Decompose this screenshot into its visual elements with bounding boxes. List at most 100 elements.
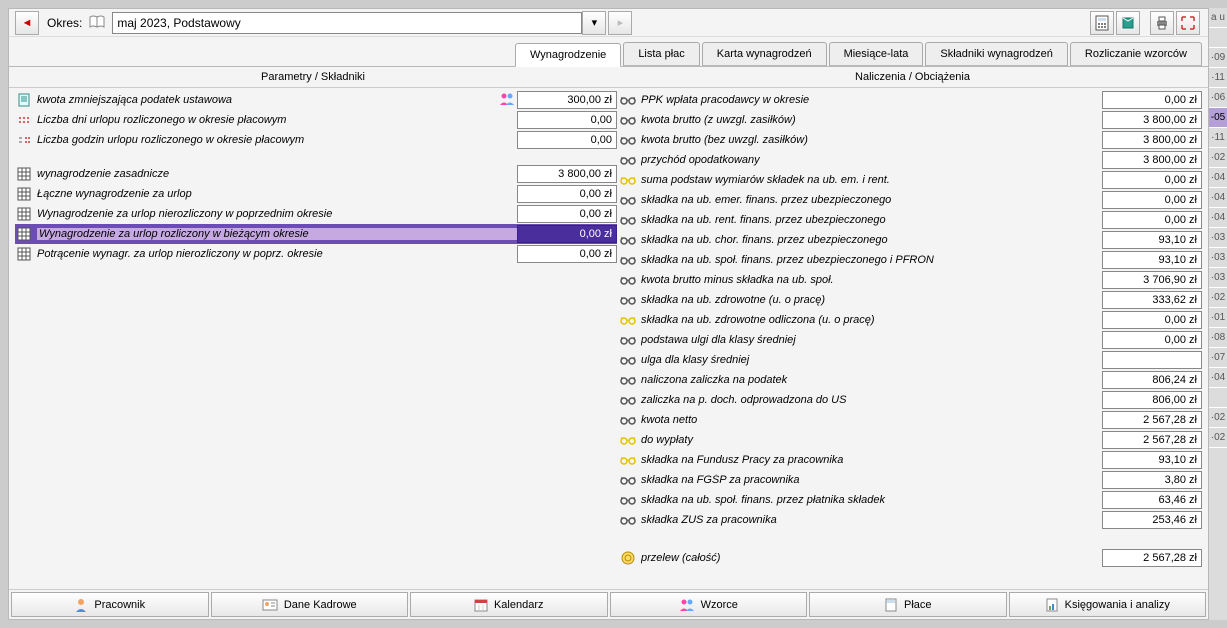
side-num: ·03: [1209, 228, 1227, 248]
calc-row[interactable]: składka ZUS za pracownika253,46 zł: [619, 510, 1202, 530]
calc-row[interactable]: PPK wpłata pracodawcy w okresie0,00 zł: [619, 90, 1202, 110]
row-icon: [15, 246, 33, 262]
period-input[interactable]: [112, 12, 582, 34]
row-label: przelew (całość): [641, 552, 1102, 564]
param-row[interactable]: Potrącenie wynagr. za urlop nierozliczon…: [15, 244, 617, 264]
calc-row[interactable]: składka na ub. rent. finans. przez ubezp…: [619, 210, 1202, 230]
calc-row[interactable]: składka na ub. zdrowotne (u. o pracę)333…: [619, 290, 1202, 310]
column-headers: Parametry / Składniki Naliczenia / Obcią…: [9, 67, 1208, 88]
tab-0[interactable]: Wynagrodzenie: [515, 43, 621, 67]
side-num: [1209, 28, 1227, 48]
calc-row[interactable]: kwota brutto (bez uwzgl. zasiłków)3 800,…: [619, 130, 1202, 150]
param-row[interactable]: Wynagrodzenie za urlop nierozliczony w p…: [15, 204, 617, 224]
calc-row[interactable]: składka na ub. społ. finans. przez ubezp…: [619, 250, 1202, 270]
side-num: [1209, 388, 1227, 408]
row-value: 0,00 zł: [1102, 191, 1202, 209]
row-label: kwota zmniejszająca podatek ustawowa: [37, 94, 499, 106]
calc-row[interactable]: podstawa ulgi dla klasy średniej0,00 zł: [619, 330, 1202, 350]
param-row[interactable]: wynagrodzenie zasadnicze3 800,00 zł: [15, 164, 617, 184]
row-value: 3,80 zł: [1102, 471, 1202, 489]
calendar-icon: [474, 598, 488, 612]
param-row[interactable]: Liczba dni urlopu rozliczonego w okresie…: [15, 110, 617, 130]
calc-row[interactable]: suma podstaw wymiarów składek na ub. em.…: [619, 170, 1202, 190]
param-row[interactable]: Wynagrodzenie za urlop rozliczony w bież…: [15, 224, 617, 244]
main-frame: ◄ Okres: ▾ ▸ WynagrodzenieLista płac: [8, 8, 1209, 620]
glasses-icon: [619, 472, 637, 488]
calc-row[interactable]: składka na ub. chor. finans. przez ubezp…: [619, 230, 1202, 250]
calc-row[interactable]: składka na Fundusz Pracy za pracownika93…: [619, 450, 1202, 470]
row-icon: [15, 112, 33, 128]
calc-row[interactable]: do wypłaty2 567,28 zł: [619, 430, 1202, 450]
print-button[interactable]: [1150, 11, 1174, 35]
param-row[interactable]: Liczba godzin urlopu rozliczonego w okre…: [15, 130, 617, 150]
row-icon: [15, 132, 33, 148]
row-label: zaliczka na p. doch. odprowadzona do US: [641, 394, 1102, 406]
row-value: 93,10 zł: [1102, 231, 1202, 249]
glasses-icon: [619, 352, 637, 368]
glasses-icon: [619, 252, 637, 268]
row-value: 806,24 zł: [1102, 371, 1202, 389]
side-num: ·04: [1209, 368, 1227, 388]
book-button[interactable]: [1116, 11, 1140, 35]
row-label: kwota brutto minus składka na ub. społ.: [641, 274, 1102, 286]
row-label: kwota brutto (z uwzgl. zasiłków): [641, 114, 1102, 126]
calc-row[interactable]: kwota netto2 567,28 zł: [619, 410, 1202, 430]
row-value[interactable]: 0,00 zł: [517, 225, 617, 243]
bottom-pracownik[interactable]: Pracownik: [11, 592, 209, 617]
tab-5[interactable]: Rozliczanie wzorców: [1070, 42, 1202, 66]
row-value[interactable]: 3 800,00 zł: [517, 165, 617, 183]
row-value[interactable]: 0,00: [517, 131, 617, 149]
tab-1[interactable]: Lista płac: [623, 42, 699, 66]
tab-2[interactable]: Karta wynagrodzeń: [702, 42, 827, 66]
row-label: składka na ub. społ. finans. przez ubezp…: [641, 254, 1102, 266]
row-label: Liczba godzin urlopu rozliczonego w okre…: [37, 134, 517, 146]
calculator-button[interactable]: [1090, 11, 1114, 35]
tab-bar: WynagrodzenieLista płacKarta wynagrodzeń…: [9, 41, 1208, 67]
row-icon: [15, 186, 33, 202]
row-value: 806,00 zł: [1102, 391, 1202, 409]
transfer-row[interactable]: przelew (całość)2 567,28 zł: [619, 548, 1202, 568]
expand-button[interactable]: [1176, 11, 1200, 35]
work-area: kwota zmniejszająca podatek ustawowa 300,…: [9, 88, 1208, 598]
bottom-dane kadrowe[interactable]: Dane Kadrowe: [211, 592, 409, 617]
param-row[interactable]: Łączne wynagrodzenie za urlop0,00 zł: [15, 184, 617, 204]
calc-row[interactable]: ulga dla klasy średniej: [619, 350, 1202, 370]
period-dropdown-button[interactable]: ▾: [582, 11, 606, 35]
calc-row[interactable]: zaliczka na p. doch. odprowadzona do US8…: [619, 390, 1202, 410]
next-button[interactable]: ▸: [608, 11, 632, 35]
bottom-wzorce[interactable]: Wzorce: [610, 592, 808, 617]
glasses-icon: [619, 512, 637, 528]
calc-row[interactable]: składka na ub. zdrowotne odliczona (u. o…: [619, 310, 1202, 330]
calc-row[interactable]: składka na FGŚP za pracownika3,80 zł: [619, 470, 1202, 490]
header-left: Parametry / Składniki: [9, 67, 617, 88]
row-value[interactable]: 0,00 zł: [517, 245, 617, 263]
calc-row[interactable]: naliczona zaliczka na podatek806,24 zł: [619, 370, 1202, 390]
bottom-kalendarz[interactable]: Kalendarz: [410, 592, 608, 617]
bottom-księgowania i analizy[interactable]: Księgowania i analizy: [1009, 592, 1207, 617]
calc-row[interactable]: kwota brutto minus składka na ub. społ.3…: [619, 270, 1202, 290]
glasses-icon: [619, 152, 637, 168]
tab-4[interactable]: Składniki wynagrodzeń: [925, 42, 1068, 66]
row-value[interactable]: 0,00 zł: [517, 185, 617, 203]
calc-row[interactable]: przychód opodatkowany3 800,00 zł: [619, 150, 1202, 170]
row-value: 0,00 zł: [1102, 91, 1202, 109]
prev-button[interactable]: ◄: [15, 11, 39, 35]
param-row[interactable]: kwota zmniejszająca podatek ustawowa 300,…: [15, 90, 617, 110]
row-label: wynagrodzenie zasadnicze: [37, 168, 517, 180]
bottom-płace[interactable]: Płace: [809, 592, 1007, 617]
row-value: 93,10 zł: [1102, 451, 1202, 469]
row-value[interactable]: 0,00: [517, 111, 617, 129]
row-value[interactable]: 0,00 zł: [517, 205, 617, 223]
calc-row[interactable]: składka na ub. społ. finans. przez płatn…: [619, 490, 1202, 510]
row-label: suma podstaw wymiarów składek na ub. em.…: [641, 174, 1102, 186]
row-value: 3 800,00 zł: [1102, 131, 1202, 149]
calc-row[interactable]: kwota brutto (z uwzgl. zasiłków)3 800,00…: [619, 110, 1202, 130]
person-icon: [74, 598, 88, 612]
calc-row[interactable]: składka na ub. emer. finans. przez ubezp…: [619, 190, 1202, 210]
row-value[interactable]: 300,00 zł: [517, 91, 617, 109]
tab-3[interactable]: Miesiące-lata: [829, 42, 924, 66]
glasses-icon: [619, 272, 637, 288]
people-icon: [499, 92, 515, 108]
side-num: ·02: [1209, 148, 1227, 168]
row-label: przychód opodatkowany: [641, 154, 1102, 166]
